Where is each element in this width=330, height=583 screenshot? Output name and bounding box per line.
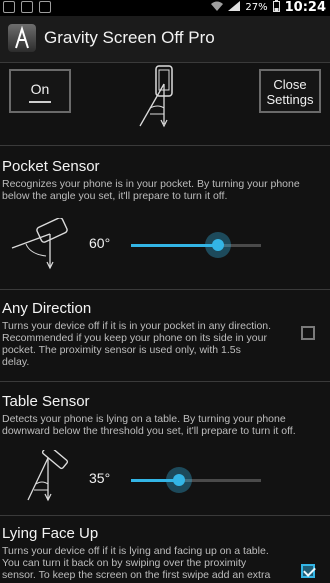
table-sensor-desc-line: downward below the threshold you set, it…: [2, 425, 296, 437]
any-direction-desc-line: pocket. The proximity sensor is used onl…: [2, 344, 241, 356]
table-sensor-slider-row: 35°: [0, 450, 330, 502]
slider-thumb[interactable]: [166, 467, 192, 493]
pocket-angle-slider[interactable]: [131, 244, 261, 247]
divider: [0, 515, 330, 516]
divider: [0, 145, 330, 146]
table-sensor-desc-line: Detects your phone is lying on a table. …: [2, 413, 286, 425]
battery-percent: 27%: [245, 2, 268, 13]
table-sensor-description: Detects your phone is lying on a table. …: [2, 413, 296, 437]
any-direction-desc-line: Recommended if you keep your phone on it…: [2, 332, 267, 344]
on-toggle-label: On: [30, 81, 50, 97]
table-sensor-title: Table Sensor: [2, 393, 90, 410]
notification-icons: [3, 1, 51, 13]
usb-icon: [39, 1, 51, 13]
any-direction-desc-line: delay.: [2, 356, 30, 368]
battery-icon: [272, 0, 280, 15]
lying-face-up-title: Lying Face Up: [2, 525, 99, 542]
top-controls: On Close Settings: [0, 64, 330, 144]
on-toggle-button[interactable]: On: [9, 69, 71, 113]
close-settings-button[interactable]: Close Settings: [259, 69, 321, 113]
pocket-angle-icon: [11, 218, 68, 270]
notification-icon: [3, 1, 15, 13]
table-angle-value: 35°: [89, 470, 111, 486]
lying-face-up-desc-line: Turns your device off if it is lying and…: [2, 545, 269, 557]
signal-icon: [228, 1, 241, 14]
close-settings-label-line2: Settings: [266, 92, 314, 107]
pocket-sensor-desc-line: Recognizes your phone is in your pocket.…: [2, 178, 300, 190]
divider: [0, 289, 330, 290]
table-angle-icon: [27, 450, 69, 502]
app-title: Gravity Screen Off Pro: [44, 28, 215, 47]
pocket-sensor-desc-line: below the angle you set, it'll prepare t…: [2, 190, 228, 202]
close-settings-label-line1: Close: [273, 77, 307, 92]
any-direction-title: Any Direction: [2, 300, 92, 317]
toggle-indicator: [29, 101, 51, 103]
pocket-sensor-description: Recognizes your phone is in your pocket.…: [2, 178, 300, 202]
app-icon: [8, 24, 36, 52]
lying-face-up-description: Turns your device off if it is lying and…: [2, 545, 270, 581]
wifi-icon: [211, 1, 224, 14]
pocket-sensor-title: Pocket Sensor: [2, 158, 100, 175]
divider: [0, 381, 330, 382]
table-angle-slider[interactable]: [131, 479, 261, 482]
action-bar: Gravity Screen Off Pro: [0, 16, 330, 63]
status-bar: 27% 10:24: [0, 0, 330, 16]
any-direction-description: Turns your device off if it is in your p…: [2, 320, 271, 368]
phone-tilt-illustration-icon: [139, 65, 173, 128]
lying-face-up-checkbox[interactable]: [301, 564, 315, 578]
any-direction-checkbox[interactable]: [301, 326, 315, 340]
lying-face-up-desc-line: sensor. To keep the screen on the first …: [2, 569, 271, 581]
pocket-angle-value: 60°: [89, 235, 111, 251]
mail-icon: [21, 1, 33, 13]
slider-thumb[interactable]: [205, 232, 231, 258]
clock: 10:24: [284, 0, 326, 15]
pocket-sensor-slider-row: 60°: [0, 218, 330, 270]
lying-face-up-desc-line: You can turn it back on by swiping over …: [2, 557, 247, 569]
system-icons: 27% 10:24: [211, 0, 326, 15]
any-direction-desc-line: Turns your device off if it is in your p…: [2, 320, 272, 332]
